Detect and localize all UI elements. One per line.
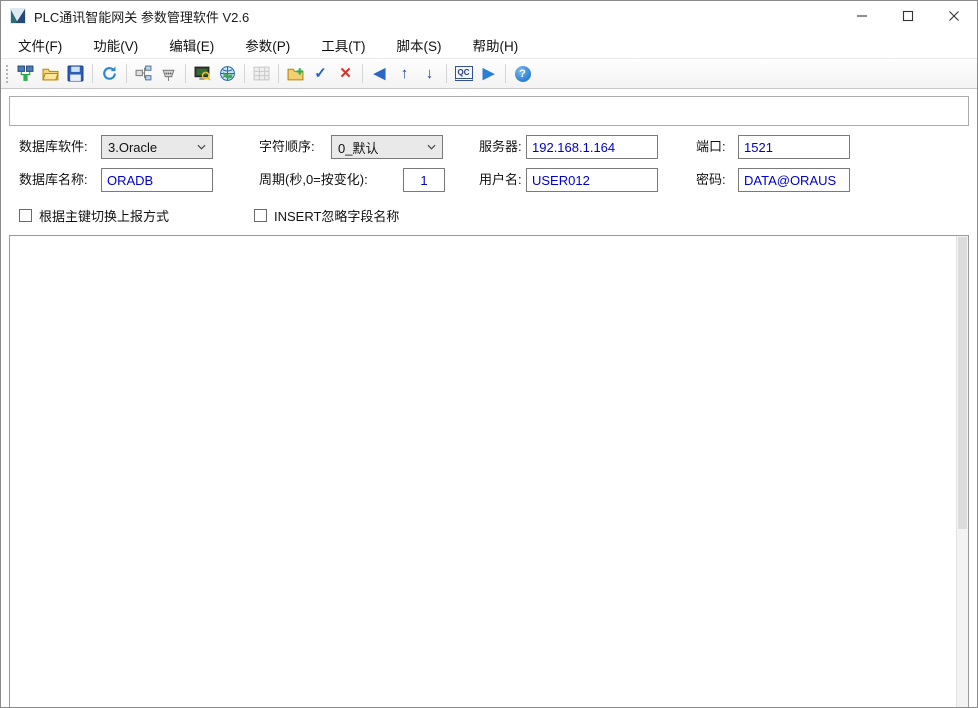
insert-ignore-fields-label: INSERT忽略字段名称 <box>274 206 399 225</box>
connect-button[interactable] <box>13 61 38 86</box>
char-order-select[interactable]: 0_默认 <box>331 135 443 159</box>
refresh-button[interactable] <box>97 61 122 86</box>
globe-icon <box>219 65 236 82</box>
globe-button[interactable] <box>215 61 240 86</box>
period-input[interactable] <box>403 168 445 192</box>
toolbar-separator <box>362 64 363 83</box>
cancel-cross-icon: ✕ <box>339 66 352 81</box>
period-label: 周期(秒,0=按变化): <box>259 168 368 192</box>
menu-item-2[interactable]: 编辑(E) <box>158 31 225 59</box>
toolbar-separator <box>92 64 93 83</box>
menu-item-4[interactable]: 工具(T) <box>310 31 376 59</box>
connection-form: 数据库软件: 3.Oracle 字符顺序: 0_默认 服务器: 端口: 数据库名… <box>9 134 969 200</box>
add-folder-button[interactable] <box>283 61 308 86</box>
cancel-cross-button[interactable]: ✕ <box>333 61 358 86</box>
toolbar-separator <box>278 64 279 83</box>
serial-port-button[interactable] <box>156 61 181 86</box>
toolbar-separator <box>185 64 186 83</box>
toolbar-separator <box>244 64 245 83</box>
connect-icon <box>17 65 34 82</box>
db-software-select[interactable]: 3.Oracle <box>101 135 213 159</box>
primary-key-switch-label: 根据主键切换上报方式 <box>39 206 169 225</box>
app-window: PLC通讯智能网关 参数管理软件 V2.6 文件(F) 功能(V) 编辑(E) 参数(… <box>0 0 978 708</box>
char-order-value: 0_默认 <box>338 138 378 157</box>
db-name-label: 数据库名称: <box>19 168 88 192</box>
menu-item-5[interactable]: 脚本(S) <box>386 31 453 59</box>
menu-item-6[interactable]: 帮助(H) <box>462 31 530 59</box>
arrow-down-icon: ↓ <box>426 66 434 81</box>
run-play-button[interactable]: ▶ <box>476 61 501 86</box>
minimize-icon <box>856 10 868 22</box>
run-play-icon: ▶ <box>483 66 495 81</box>
arrow-up-button[interactable]: ↑ <box>392 61 417 86</box>
grid-icon <box>253 65 270 82</box>
network-tree-button[interactable] <box>131 61 156 86</box>
db-software-label: 数据库软件: <box>19 135 88 159</box>
chevron-down-icon <box>427 144 436 150</box>
network-tree-icon <box>135 65 152 82</box>
toolbar: ✓ ✕ ◀ ↑ ↓ QC ▶? <box>1 58 977 89</box>
mode-radio-group <box>9 96 969 126</box>
scrollbar-thumb[interactable] <box>958 237 967 529</box>
options-row: 根据主键切换上报方式 INSERT忽略字段名称 <box>9 206 969 230</box>
close-button[interactable] <box>931 1 977 31</box>
open-folder-button[interactable] <box>38 61 63 86</box>
username-input[interactable] <box>526 168 658 192</box>
toolbar-separator <box>446 64 447 83</box>
toolbar-grip[interactable] <box>6 65 8 83</box>
insert-ignore-fields-checkbox[interactable]: INSERT忽略字段名称 <box>254 206 399 225</box>
main-panel: 数据库软件: 3.Oracle 字符顺序: 0_默认 服务器: 端口: 数据库名… <box>1 91 977 707</box>
char-order-label: 字符顺序: <box>259 135 315 159</box>
help-icon: ? <box>515 66 531 82</box>
username-label: 用户名: <box>479 168 522 192</box>
add-folder-icon <box>287 65 304 82</box>
minimize-button[interactable] <box>839 1 885 31</box>
open-folder-icon <box>42 65 59 82</box>
menu-item-3[interactable]: 参数(P) <box>234 31 301 59</box>
parameter-grid <box>9 235 969 707</box>
maximize-icon <box>902 10 914 22</box>
arrow-left-button[interactable]: ◀ <box>367 61 392 86</box>
app-logo-icon <box>10 8 26 24</box>
menu-item-1[interactable]: 功能(V) <box>82 31 149 59</box>
chevron-down-icon <box>197 144 206 150</box>
close-icon <box>948 10 960 22</box>
grid-rows-area <box>10 236 956 707</box>
help-button[interactable]: ? <box>510 61 535 86</box>
menu-bar: 文件(F) 功能(V) 编辑(E) 参数(P) 工具(T) 脚本(S) 帮助(H) <box>1 31 977 58</box>
monitor-search-button[interactable] <box>190 61 215 86</box>
grid-button <box>249 61 274 86</box>
monitor-search-icon <box>194 65 211 82</box>
apply-check-button[interactable]: ✓ <box>308 61 333 86</box>
checkbox-icon <box>254 209 267 222</box>
apply-check-icon: ✓ <box>314 66 327 81</box>
arrow-up-icon: ↑ <box>401 66 409 81</box>
checkbox-icon <box>19 209 32 222</box>
db-name-input[interactable] <box>101 168 213 192</box>
port-input[interactable] <box>738 135 850 159</box>
toolbar-separator <box>505 64 506 83</box>
server-label: 服务器: <box>479 135 522 159</box>
title-bar: PLC通讯智能网关 参数管理软件 V2.6 <box>1 1 977 31</box>
primary-key-switch-checkbox[interactable]: 根据主键切换上报方式 <box>19 206 169 225</box>
password-input[interactable] <box>738 168 850 192</box>
refresh-icon <box>101 65 118 82</box>
serial-port-icon <box>160 65 177 82</box>
save-icon <box>67 65 84 82</box>
toolbar-separator <box>126 64 127 83</box>
db-software-value: 3.Oracle <box>108 140 157 155</box>
arrow-left-icon: ◀ <box>374 66 386 81</box>
port-label: 端口: <box>696 135 726 159</box>
menu-item-0[interactable]: 文件(F) <box>7 31 73 59</box>
password-label: 密码: <box>696 168 726 192</box>
qc-icon: QC <box>455 66 473 81</box>
maximize-button[interactable] <box>885 1 931 31</box>
server-input[interactable] <box>526 135 658 159</box>
arrow-down-button[interactable]: ↓ <box>417 61 442 86</box>
save-button[interactable] <box>63 61 88 86</box>
window-title: PLC通讯智能网关 参数管理软件 V2.6 <box>34 7 249 26</box>
vertical-scrollbar[interactable] <box>956 236 968 707</box>
qc-button[interactable]: QC <box>451 61 476 86</box>
